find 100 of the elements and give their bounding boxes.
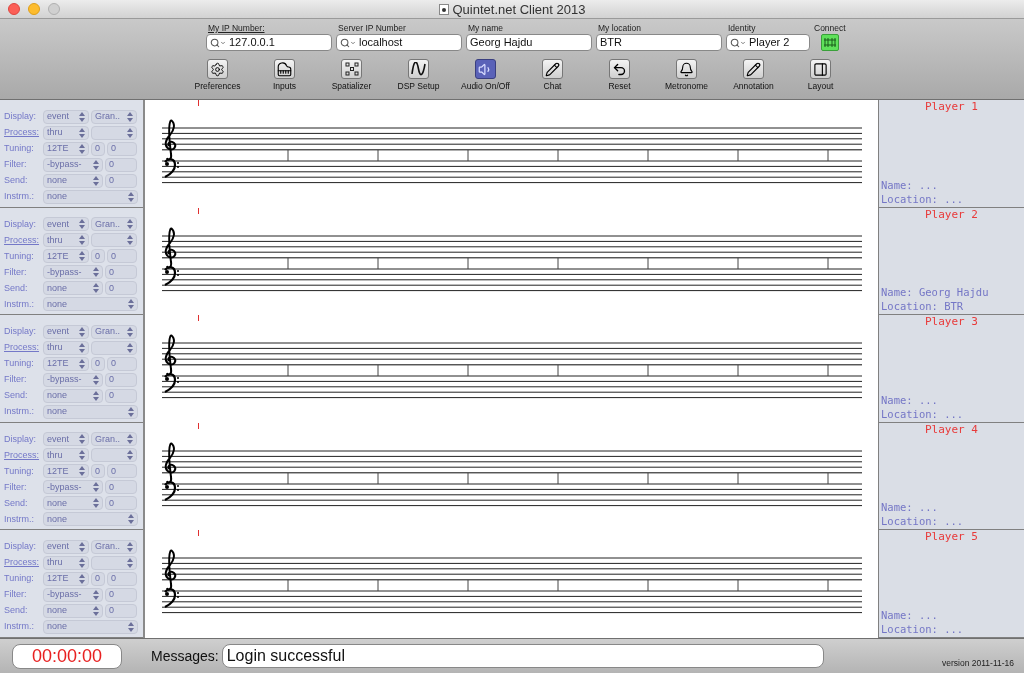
- close-button[interactable]: [8, 3, 20, 15]
- field-label: Connect: [814, 23, 846, 33]
- field-label: My IP Number:: [207, 23, 266, 33]
- number-field[interactable]: 0: [91, 141, 105, 156]
- dropdown-field[interactable]: none: [43, 173, 103, 188]
- dropdown-field[interactable]: [91, 555, 137, 570]
- number-field[interactable]: 0: [105, 281, 137, 296]
- dropdown-field[interactable]: thru: [43, 125, 89, 140]
- dropdown-field[interactable]: 12TE: [43, 464, 89, 479]
- link-label[interactable]: Process:: [4, 450, 41, 460]
- dropdown-field[interactable]: none: [43, 404, 138, 419]
- toolbar-button[interactable]: Spatializer: [318, 59, 385, 91]
- number-field[interactable]: 0: [107, 249, 137, 264]
- toolbar-button[interactable]: Audio On/Off: [452, 59, 519, 91]
- search-field[interactable]: 127.0.0.1: [206, 34, 332, 51]
- dropdown-field[interactable]: event: [43, 432, 89, 447]
- dropdown-field[interactable]: none: [43, 619, 138, 634]
- toolbar-button[interactable]: Chat: [519, 59, 586, 91]
- search-field[interactable]: Player 2: [726, 34, 810, 51]
- toolbar-button[interactable]: Inputs: [251, 59, 318, 91]
- dropdown-field[interactable]: thru: [43, 448, 89, 463]
- number-field[interactable]: 0: [91, 571, 105, 586]
- dropdown-field[interactable]: -bypass-: [43, 372, 103, 387]
- connect-button[interactable]: [820, 34, 839, 51]
- link-label[interactable]: Process:: [4, 343, 41, 353]
- dropdown-field[interactable]: none: [43, 496, 103, 511]
- player-name: Name: ...: [881, 608, 939, 621]
- toolbar-button[interactable]: Metronome: [653, 59, 720, 91]
- dropdown-field[interactable]: [91, 125, 137, 140]
- number-field[interactable]: 0: [107, 464, 137, 479]
- toolbar-button[interactable]: Reset: [586, 59, 653, 91]
- number-field[interactable]: 0: [105, 480, 137, 495]
- dropdown-field[interactable]: none: [43, 603, 103, 618]
- number-field[interactable]: 0: [91, 249, 105, 264]
- dropdown-field[interactable]: [91, 233, 137, 248]
- dropdown-field[interactable]: 12TE: [43, 356, 89, 371]
- number-field[interactable]: 0: [107, 141, 137, 156]
- dropdown-field[interactable]: -bypass-: [43, 480, 103, 495]
- version-text: version 2011-11-16: [942, 657, 1014, 670]
- link-label[interactable]: Process:: [4, 128, 41, 138]
- link-label[interactable]: Process:: [4, 558, 41, 568]
- number-field[interactable]: 0: [107, 571, 137, 586]
- player-name: Name: ...: [881, 393, 939, 406]
- search-field[interactable]: localhost: [336, 34, 462, 51]
- dropdown-field[interactable]: event: [43, 539, 89, 554]
- dropdown-field[interactable]: none: [43, 281, 103, 296]
- input-field[interactable]: Georg Hajdu: [466, 34, 592, 51]
- toolbar-button[interactable]: Layout: [787, 59, 854, 91]
- dropdown-field[interactable]: [91, 448, 137, 463]
- dropdown-field[interactable]: 12TE: [43, 141, 89, 156]
- toolbar-button[interactable]: Preferences: [184, 59, 251, 91]
- dropdown-field[interactable]: none: [43, 297, 138, 312]
- field-label: Tuning:: [4, 251, 35, 261]
- number-field[interactable]: 0: [105, 388, 137, 403]
- stepper-arrows-icon: [93, 589, 99, 600]
- dropdown-field[interactable]: none: [43, 189, 138, 204]
- dropdown-field[interactable]: thru: [43, 555, 89, 570]
- dropdown-field[interactable]: event: [43, 109, 89, 124]
- dropdown-field[interactable]: 12TE: [43, 571, 89, 586]
- number-field[interactable]: 0: [105, 603, 137, 618]
- dropdown-field[interactable]: -bypass-: [43, 157, 103, 172]
- toolbar-button[interactable]: Annotation: [720, 59, 787, 91]
- link-label[interactable]: Process:: [4, 235, 41, 245]
- number-field[interactable]: 0: [105, 157, 137, 172]
- stepper-arrows-icon: [127, 219, 133, 230]
- dropdown-field[interactable]: Gran..: [91, 109, 137, 124]
- dropdown-field[interactable]: event: [43, 217, 89, 232]
- number-field[interactable]: 0: [91, 356, 105, 371]
- dropdown-field[interactable]: [91, 340, 137, 355]
- input-field[interactable]: BTR: [596, 34, 722, 51]
- stepper-arrows-icon: [93, 374, 99, 385]
- number-field[interactable]: 0: [91, 464, 105, 479]
- stepper-arrows-icon: [79, 111, 85, 122]
- dropdown-field[interactable]: none: [43, 388, 103, 403]
- field-label: Display:: [4, 327, 37, 337]
- minimize-button[interactable]: [28, 3, 40, 15]
- dropdown-field[interactable]: thru: [43, 340, 89, 355]
- dropdown-field[interactable]: Gran..: [91, 539, 137, 554]
- dropdown-field[interactable]: Gran..: [91, 432, 137, 447]
- field-label: Filter:: [4, 267, 28, 277]
- number-field[interactable]: 0: [105, 265, 137, 280]
- number-field[interactable]: 0: [105, 173, 137, 188]
- dropdown-field[interactable]: 12TE: [43, 249, 89, 264]
- dropdown-field[interactable]: thru: [43, 233, 89, 248]
- dropdown-field[interactable]: -bypass-: [43, 265, 103, 280]
- dropdown-field[interactable]: Gran..: [91, 217, 137, 232]
- player-name: Name: ...: [881, 178, 939, 191]
- dropdown-field[interactable]: Gran..: [91, 324, 137, 339]
- number-field[interactable]: 0: [105, 587, 137, 602]
- number-field[interactable]: 0: [105, 496, 137, 511]
- dropdown-field[interactable]: -bypass-: [43, 587, 103, 602]
- playhead-marker: [198, 422, 199, 429]
- toolbar-button[interactable]: DSP Setup: [385, 59, 452, 91]
- stepper-arrows-icon: [79, 127, 85, 138]
- dropdown-field[interactable]: event: [43, 324, 89, 339]
- field-label: Filter:: [4, 375, 28, 385]
- dropdown-field[interactable]: none: [43, 512, 138, 527]
- message-field[interactable]: Login successful: [221, 644, 824, 668]
- number-field[interactable]: 0: [105, 372, 137, 387]
- number-field[interactable]: 0: [107, 356, 137, 371]
